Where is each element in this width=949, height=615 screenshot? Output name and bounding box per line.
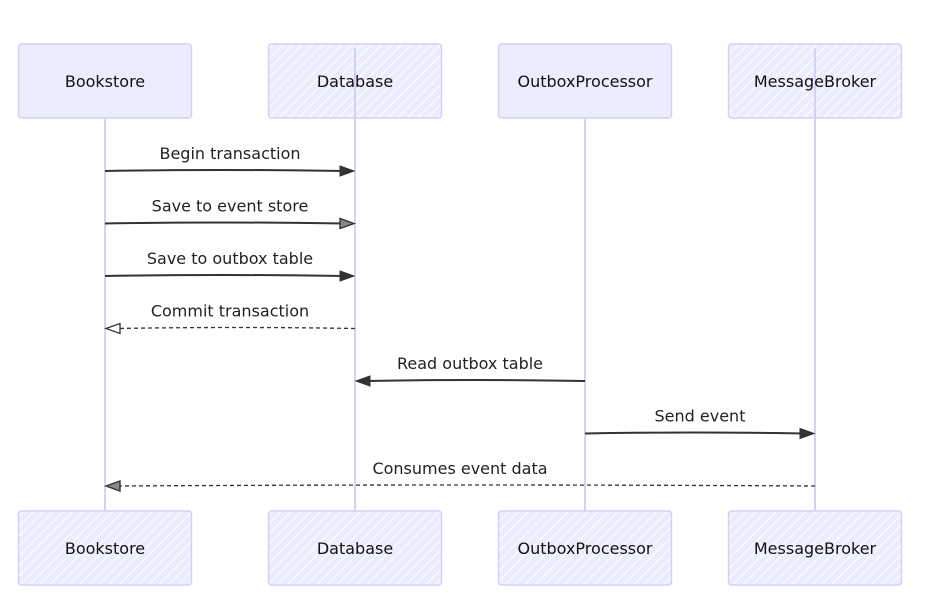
actor-broker-top[interactable]: MessageBroker (727, 43, 903, 119)
actor-label: Bookstore (65, 539, 145, 558)
arrowhead-icon (799, 427, 816, 440)
actor-label: Database (317, 72, 393, 91)
message-3: Save to outbox table (104, 249, 356, 282)
message-7: Consumes event data (103, 459, 816, 492)
sequence-diagram: Bookstore Bookstore Database Database Outbox… (17, 43, 903, 586)
message-label: Save to outbox table (147, 249, 313, 268)
message-line (115, 484, 816, 487)
message-6: Send event (584, 407, 816, 440)
message-line (104, 169, 345, 172)
actor-label: OutboxProcessor (518, 539, 653, 558)
actor-label: OutboxProcessor (518, 72, 653, 91)
message-4: Commit transaction (104, 302, 356, 335)
hatched-arrowhead-icon (339, 217, 357, 230)
message-label: Commit transaction (151, 302, 309, 321)
hatched-arrowhead-icon (103, 480, 121, 492)
actor-label: MessageBroker (754, 539, 877, 558)
actor-label: Database (317, 539, 393, 558)
actor-label: Bookstore (65, 72, 145, 91)
message-line (584, 431, 805, 435)
arrowhead-icon (339, 270, 356, 282)
actor-database-bottom[interactable]: Database (267, 510, 443, 586)
actor-outbox-bottom[interactable]: OutboxProcessor (497, 510, 673, 586)
message-label: Begin transaction (159, 144, 300, 163)
message-1: Begin transaction (104, 144, 356, 177)
message-label: Read outbox table (397, 354, 543, 373)
message-line (104, 221, 345, 225)
actor-label: MessageBroker (754, 72, 877, 91)
actor-bookstore-bottom[interactable]: Bookstore (17, 510, 193, 586)
actor-database-top[interactable]: Database (267, 43, 443, 119)
actor-broker-bottom[interactable]: MessageBroker (727, 510, 903, 586)
message-label: Consumes event data (372, 459, 547, 478)
actor-outbox-top[interactable]: OutboxProcessor (497, 43, 673, 119)
message-line (365, 379, 586, 382)
actor-bookstore-top[interactable]: Bookstore (17, 43, 193, 119)
message-line (115, 326, 356, 330)
message-label: Send event (655, 407, 746, 426)
open-arrowhead-icon (104, 322, 121, 335)
message-label: Save to event store (152, 197, 309, 216)
arrowhead-icon (339, 165, 356, 177)
message-5: Read outbox table (354, 354, 586, 387)
message-line (104, 274, 345, 277)
arrowhead-icon (354, 375, 371, 387)
message-2: Save to event store (104, 197, 357, 230)
